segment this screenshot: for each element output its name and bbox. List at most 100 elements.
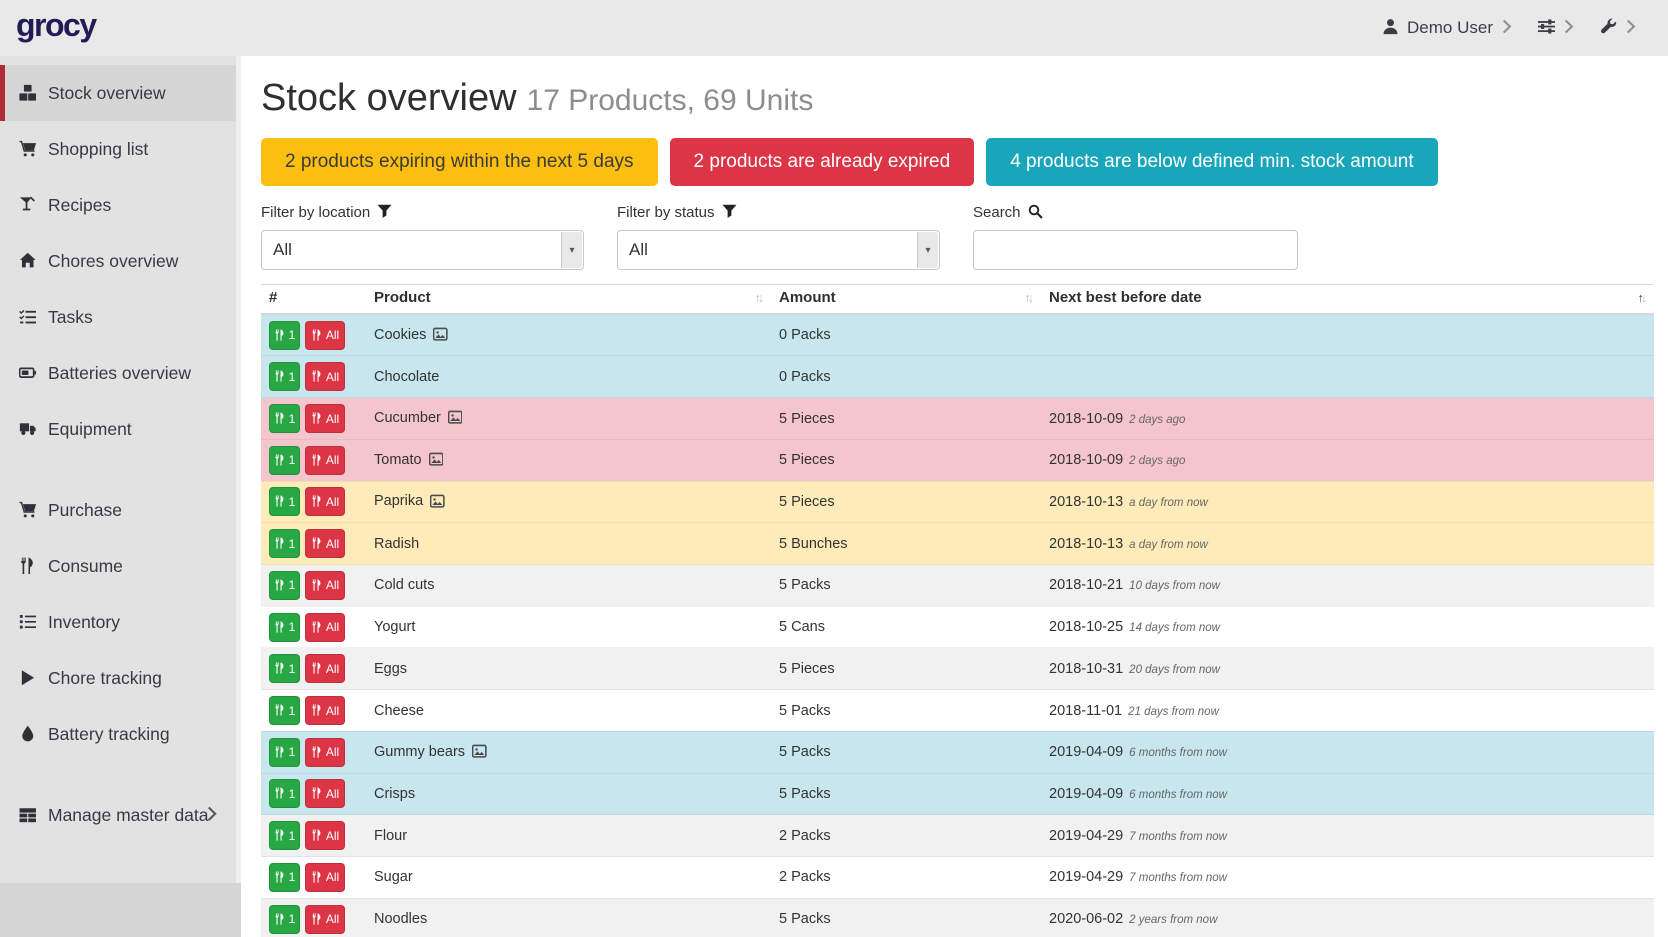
consume-one-button[interactable]: 1 — [269, 696, 300, 725]
best-before-date: 2018-11-01 — [1049, 703, 1122, 719]
consume-all-button[interactable]: All — [305, 487, 345, 516]
consume-one-button[interactable]: 1 — [269, 404, 300, 433]
consume-one-button[interactable]: 1 — [269, 779, 300, 808]
best-before-relative: 7 months from now — [1129, 872, 1227, 884]
consume-one-button[interactable]: 1 — [269, 529, 300, 558]
status-filter-label: Filter by status — [617, 204, 715, 221]
sidebar-item[interactable]: Recipes — [0, 177, 241, 233]
product-cell: Yogurt — [366, 606, 771, 648]
search-input[interactable] — [973, 230, 1298, 270]
consume-all-button[interactable]: All — [305, 404, 345, 433]
actions-cell: 1 All — [261, 523, 366, 565]
best-before-cell: 2018-10-2110 days from now — [1041, 565, 1654, 607]
actions-cell: 1 All — [261, 898, 366, 937]
consume-all-button[interactable]: All — [305, 821, 345, 850]
actions-cell: 1 All — [261, 731, 366, 773]
utensils-icon — [274, 537, 286, 551]
consume-all-button[interactable]: All — [305, 529, 345, 558]
consume-one-button[interactable]: 1 — [269, 863, 300, 892]
utensils-icon — [311, 370, 323, 384]
table-row: 1 All Yogurt 5 Cans 2018-10-2514 days fr… — [261, 606, 1654, 648]
admin-menu[interactable] — [1600, 18, 1642, 38]
best-before-relative: 6 months from now — [1129, 747, 1227, 759]
sidebar-item[interactable]: Shopping list — [0, 121, 241, 177]
consume-all-button[interactable]: All — [305, 613, 345, 642]
consume-one-button[interactable]: 1 — [269, 362, 300, 391]
consume-all-button[interactable]: All — [305, 571, 345, 600]
alert-button[interactable]: 2 products are already expired — [670, 138, 975, 186]
best-before-date: 2020-06-02 — [1049, 911, 1123, 927]
brand-logo[interactable]: grocy — [16, 7, 96, 44]
product-cell: Noodles — [366, 898, 771, 937]
utensils-icon — [274, 578, 286, 592]
consume-all-button[interactable]: All — [305, 654, 345, 683]
search-label: Search — [973, 204, 1021, 221]
sidebar-item[interactable]: Stock overview — [0, 65, 241, 121]
consume-all-button[interactable]: All — [305, 362, 345, 391]
sidebar-item[interactable]: Chore tracking — [0, 650, 241, 706]
table-row: 1 All Tomato 5 Pieces 2018-10-092 days a… — [261, 439, 1654, 481]
best-before-relative: 21 days from now — [1128, 706, 1219, 718]
consume-all-button[interactable]: All — [305, 905, 345, 934]
consume-one-button[interactable]: 1 — [269, 613, 300, 642]
actions-cell: 1 All — [261, 857, 366, 899]
sidebar-item[interactable]: Tasks — [0, 289, 241, 345]
utensils-icon — [274, 745, 286, 759]
select-arrow-icon: ▾ — [917, 232, 938, 268]
utensils-icon — [274, 704, 286, 718]
consume-one-button[interactable]: 1 — [269, 446, 300, 475]
utensils-icon — [311, 662, 323, 676]
sidebar-item[interactable]: Inventory — [0, 594, 241, 650]
consume-one-button[interactable]: 1 — [269, 821, 300, 850]
best-before-cell: 2018-10-2514 days from now — [1041, 606, 1654, 648]
consume-all-button[interactable]: All — [305, 446, 345, 475]
utensils-icon — [274, 787, 286, 801]
sidebar: Stock overview Shopping list Recipes C — [0, 56, 241, 937]
main-content: Stock overview17 Products, 69 Units 2 pr… — [241, 56, 1668, 937]
best-before-cell: 2018-10-13a day from now — [1041, 481, 1654, 523]
consume-one-button[interactable]: 1 — [269, 654, 300, 683]
location-filter-select[interactable]: All ▾ — [261, 230, 584, 270]
utensils-icon — [274, 453, 286, 467]
actions-cell: 1 All — [261, 773, 366, 815]
sidebar-item[interactable]: Consume — [0, 538, 241, 594]
sidebar-item[interactable]: Equipment — [0, 401, 241, 457]
product-name: Radish — [374, 536, 419, 552]
consume-all-button[interactable]: All — [305, 696, 345, 725]
consume-one-button[interactable]: 1 — [269, 905, 300, 934]
status-filter-select[interactable]: All ▾ — [617, 230, 940, 270]
table-row: 1 All Paprika 5 Pieces 2018-10-13a day f… — [261, 481, 1654, 523]
consume-all-button[interactable]: All — [305, 738, 345, 767]
sidebar-item[interactable]: Battery tracking — [0, 706, 241, 762]
table-row: 1 All Gummy bears 5 Packs 2019-04-096 mo… — [261, 731, 1654, 773]
column-header[interactable]: Next best before date ↑↓ — [1041, 285, 1654, 315]
table-row: 1 All Flour 2 Packs 2019-04-297 months f… — [261, 815, 1654, 857]
sidebar-item[interactable]: Chores overview — [0, 233, 241, 289]
alert-button[interactable]: 2 products expiring within the next 5 da… — [261, 138, 658, 186]
shopping-cart-icon — [17, 140, 38, 158]
search-icon — [1028, 204, 1043, 221]
sidebar-item[interactable]: Manage master data — [0, 787, 241, 843]
sidebar-item-label: Purchase — [48, 500, 122, 521]
utensils-icon — [274, 620, 286, 634]
consume-all-button[interactable]: All — [305, 863, 345, 892]
consume-one-button[interactable]: 1 — [269, 738, 300, 767]
sidebar-item[interactable]: Batteries overview — [0, 345, 241, 401]
column-header[interactable]: Amount ↑↓ — [771, 285, 1041, 315]
consume-one-button[interactable]: 1 — [269, 321, 300, 350]
consume-all-button[interactable]: All — [305, 321, 345, 350]
sidebar-item[interactable]: Purchase — [0, 482, 241, 538]
consume-one-button[interactable]: 1 — [269, 571, 300, 600]
consume-all-button[interactable]: All — [305, 779, 345, 808]
chevron-right-icon — [1501, 18, 1518, 38]
actions-cell: 1 All — [261, 690, 366, 732]
settings-menu[interactable] — [1538, 18, 1580, 38]
consume-one-button[interactable]: 1 — [269, 487, 300, 516]
user-menu[interactable]: Demo User — [1382, 18, 1518, 38]
sliders-icon — [1538, 18, 1555, 38]
alert-button[interactable]: 4 products are below defined min. stock … — [986, 138, 1437, 186]
column-header: # ↑↓ — [261, 285, 366, 315]
list-icon — [17, 613, 38, 631]
column-header[interactable]: Product ↑↓ — [366, 285, 771, 315]
funnel-icon — [377, 204, 392, 221]
